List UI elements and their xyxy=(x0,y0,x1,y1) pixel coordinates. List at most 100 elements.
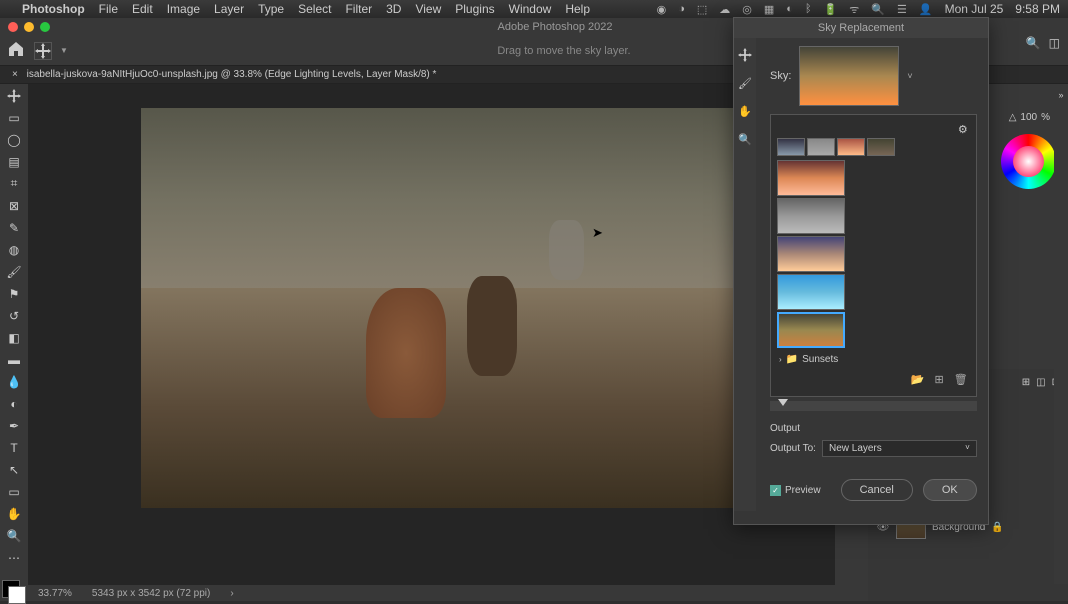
chevron-down-icon[interactable]: ˅ xyxy=(907,71,912,81)
new-icon[interactable]: ⊞ xyxy=(935,373,944,386)
lock-icon[interactable]: 🔒 xyxy=(991,522,1003,533)
eyedropper-tool[interactable]: ✎ xyxy=(3,220,25,236)
layers-icon[interactable]: ◫ xyxy=(1036,377,1045,388)
canvas[interactable]: ➤ 33.77% 5343 px x 3542 px (72 ppi) › xyxy=(28,84,835,601)
menu-edit[interactable]: Edit xyxy=(132,2,153,16)
doc-tab-close-icon[interactable]: × xyxy=(12,69,18,80)
zoom-tool[interactable]: 🔍 xyxy=(3,528,25,544)
macos-menubar: Photoshop File Edit Image Layer Type Sel… xyxy=(0,0,1068,18)
pen-tool[interactable]: ✒ xyxy=(3,418,25,434)
stamp-tool[interactable]: ⚑ xyxy=(3,286,25,302)
sky-thumb[interactable] xyxy=(777,274,845,310)
menu-type[interactable]: Type xyxy=(258,2,284,16)
sky-thumb-selected[interactable] xyxy=(777,312,845,348)
blur-tool[interactable]: 💧 xyxy=(3,374,25,390)
sky-brush-tool[interactable]: 🖌 xyxy=(734,72,756,94)
panel-collapse-icon[interactable]: » xyxy=(1058,90,1063,100)
type-tool[interactable]: T xyxy=(3,440,25,456)
edit-toolbar[interactable]: ⋯ xyxy=(3,550,25,566)
output-heading: Output xyxy=(770,423,977,434)
brush-tool[interactable]: 🖌 xyxy=(3,264,25,280)
search-icon[interactable]: 🔍 xyxy=(871,3,885,16)
frame-tool[interactable]: ⊠ xyxy=(3,198,25,214)
healing-tool[interactable]: ◍ xyxy=(3,242,25,258)
status-chevron-icon[interactable]: › xyxy=(230,588,233,599)
window-minimize-button[interactable] xyxy=(24,22,34,32)
sky-thumb[interactable] xyxy=(777,236,845,272)
trash-icon[interactable]: 🗑 xyxy=(954,373,968,386)
hand-tool[interactable]: ✋ xyxy=(3,506,25,522)
app-menu[interactable]: Photoshop xyxy=(22,2,85,16)
menu-select[interactable]: Select xyxy=(298,2,331,16)
shape-tool[interactable]: ▭ xyxy=(3,484,25,500)
sky-thumb[interactable] xyxy=(867,138,895,156)
hand-tool[interactable]: ✋ xyxy=(734,100,756,122)
menu-window[interactable]: Window xyxy=(509,2,552,16)
layers-icon[interactable]: ⊞ xyxy=(1022,377,1030,388)
folder-open-icon[interactable]: 📂 xyxy=(911,373,925,386)
status-icon[interactable]: ◐ xyxy=(786,3,793,15)
menu-layer[interactable]: Layer xyxy=(214,2,244,16)
check-icon: ✓ xyxy=(770,485,781,496)
cloud-icon[interactable]: ☁ xyxy=(719,3,730,16)
move-sky-tool[interactable] xyxy=(734,44,756,66)
window-close-button[interactable] xyxy=(8,22,18,32)
dialog-title: Sky Replacement xyxy=(734,18,988,38)
menu-view[interactable]: View xyxy=(415,2,441,16)
menu-filter[interactable]: Filter xyxy=(345,2,372,16)
eraser-tool[interactable]: ◧ xyxy=(3,330,25,346)
history-brush-tool[interactable]: ↺ xyxy=(3,308,25,324)
preview-checkbox[interactable]: ✓ Preview xyxy=(770,485,821,496)
color-wheel[interactable] xyxy=(1001,134,1056,189)
sky-thumb[interactable] xyxy=(807,138,835,156)
dropbox-icon[interactable]: ⬚ xyxy=(697,3,707,16)
crop-tool[interactable]: ⌗ xyxy=(3,176,25,192)
battery-icon[interactable]: 🔋 xyxy=(824,3,838,16)
document-tab-title: isabella-juskova-9aNItHjuOc0-unsplash.jp… xyxy=(27,69,437,80)
opacity-slider-icon[interactable]: △ xyxy=(1009,112,1017,123)
workspace-icon[interactable]: ◫ xyxy=(1049,36,1060,50)
record-icon[interactable]: ◉ xyxy=(657,3,667,16)
gear-icon[interactable]: ⚙ xyxy=(958,123,968,136)
marquee-tool[interactable]: ▭ xyxy=(3,110,25,126)
sky-thumb[interactable] xyxy=(777,138,805,156)
status-icon[interactable]: ▦ xyxy=(764,3,774,16)
wifi-icon[interactable]: ᯤ xyxy=(849,2,859,17)
selection-tool[interactable]: ▤ xyxy=(3,154,25,170)
sky-thumb[interactable] xyxy=(777,198,845,234)
gradient-tool[interactable]: ▬ xyxy=(3,352,25,368)
bluetooth-icon[interactable]: ᛒ xyxy=(805,3,812,15)
status-icon[interactable]: ◑ xyxy=(678,3,685,15)
output-to-select[interactable]: New Layers ˅ xyxy=(822,440,977,457)
menubar-date[interactable]: Mon Jul 25 xyxy=(945,2,1004,16)
path-tool[interactable]: ↖ xyxy=(3,462,25,478)
chevron-down-icon[interactable]: ▼ xyxy=(60,46,68,55)
zoom-tool[interactable]: 🔍 xyxy=(734,128,756,150)
home-icon[interactable] xyxy=(8,41,34,60)
ok-button[interactable]: OK xyxy=(923,479,977,501)
adjustment-slider[interactable] xyxy=(770,401,977,411)
menu-image[interactable]: Image xyxy=(167,2,200,16)
menu-help[interactable]: Help xyxy=(565,2,590,16)
sync-icon[interactable]: ◎ xyxy=(742,3,752,16)
dodge-tool[interactable]: ◐ xyxy=(3,396,25,412)
cancel-button[interactable]: Cancel xyxy=(841,479,913,501)
lasso-tool[interactable]: ◯ xyxy=(3,132,25,148)
menu-plugins[interactable]: Plugins xyxy=(455,2,494,16)
zoom-level[interactable]: 33.77% xyxy=(38,588,72,599)
user-icon[interactable]: 👤 xyxy=(919,3,933,16)
search-icon[interactable]: 🔍 xyxy=(1026,36,1041,50)
menubar-time[interactable]: 9:58 PM xyxy=(1015,2,1060,16)
folder-sunsets[interactable]: › 📁 Sunsets xyxy=(777,350,970,369)
window-maximize-button[interactable] xyxy=(40,22,50,32)
menu-3d[interactable]: 3D xyxy=(386,2,401,16)
menu-file[interactable]: File xyxy=(99,2,118,16)
selected-sky-preview[interactable] xyxy=(799,46,899,106)
move-tool-icon[interactable] xyxy=(34,42,52,60)
sky-thumb[interactable] xyxy=(777,160,845,196)
toolbox: ▭ ◯ ▤ ⌗ ⊠ ✎ ◍ 🖌 ⚑ ↺ ◧ ▬ 💧 ◐ ✒ T ↖ ▭ ✋ 🔍 … xyxy=(0,84,28,601)
opacity-value[interactable]: 100 xyxy=(1020,112,1037,123)
move-tool[interactable] xyxy=(3,88,25,104)
control-center-icon[interactable]: ☰ xyxy=(897,3,907,16)
sky-thumb[interactable] xyxy=(837,138,865,156)
